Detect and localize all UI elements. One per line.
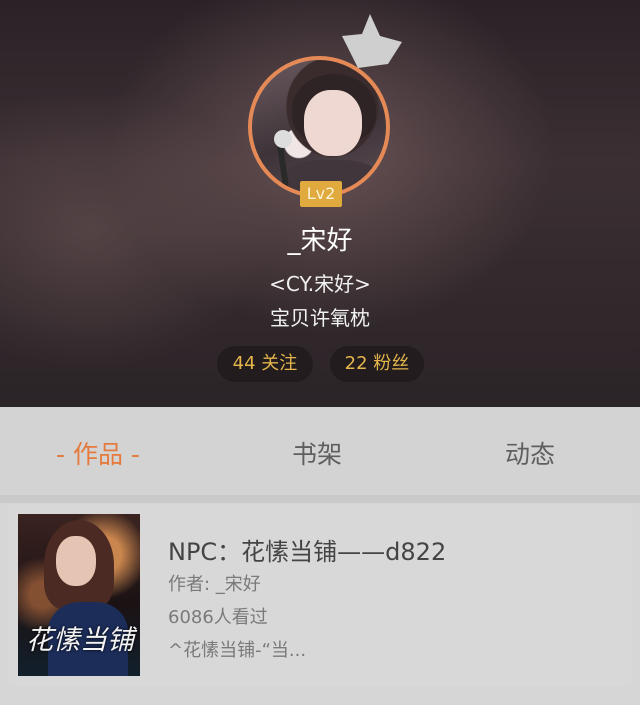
followers-count-button[interactable]: 22 粉丝 xyxy=(330,346,424,382)
username: _宋好 xyxy=(287,226,353,256)
book-author: 作者: _宋好 xyxy=(168,574,261,595)
tab-activity[interactable]: 动态 xyxy=(505,435,555,471)
cover-title-art: 花愫当铺 xyxy=(26,625,134,656)
following-count-button[interactable]: 44 关注 xyxy=(217,346,313,382)
level-badge: Lv2 xyxy=(300,181,342,207)
signature-line-1: <CY.宋好> xyxy=(269,272,371,296)
tab-works[interactable]: - 作品 - xyxy=(56,435,140,471)
divider xyxy=(0,495,640,503)
signature-line-2: 宝贝许氧枕 xyxy=(270,306,370,330)
tab-bar: - 作品 - 书架 动态 xyxy=(0,407,640,495)
book-excerpt: ^花愫当铺-“当... xyxy=(168,640,307,661)
work-card[interactable]: 花愫当铺 NPC：花愫当铺——d822 作者: _宋好 6086人看过 ^花愫当… xyxy=(8,504,632,686)
tab-bookshelf[interactable]: 书架 xyxy=(292,435,342,471)
book-title[interactable]: NPC：花愫当铺——d822 xyxy=(168,532,446,567)
book-cover[interactable]: 花愫当铺 xyxy=(18,514,140,676)
book-views: 6086人看过 xyxy=(168,607,268,628)
profile-header: Lv2 _宋好 <CY.宋好> 宝贝许氧枕 44 关注 22 粉丝 xyxy=(0,0,640,407)
avatar[interactable] xyxy=(248,56,390,198)
